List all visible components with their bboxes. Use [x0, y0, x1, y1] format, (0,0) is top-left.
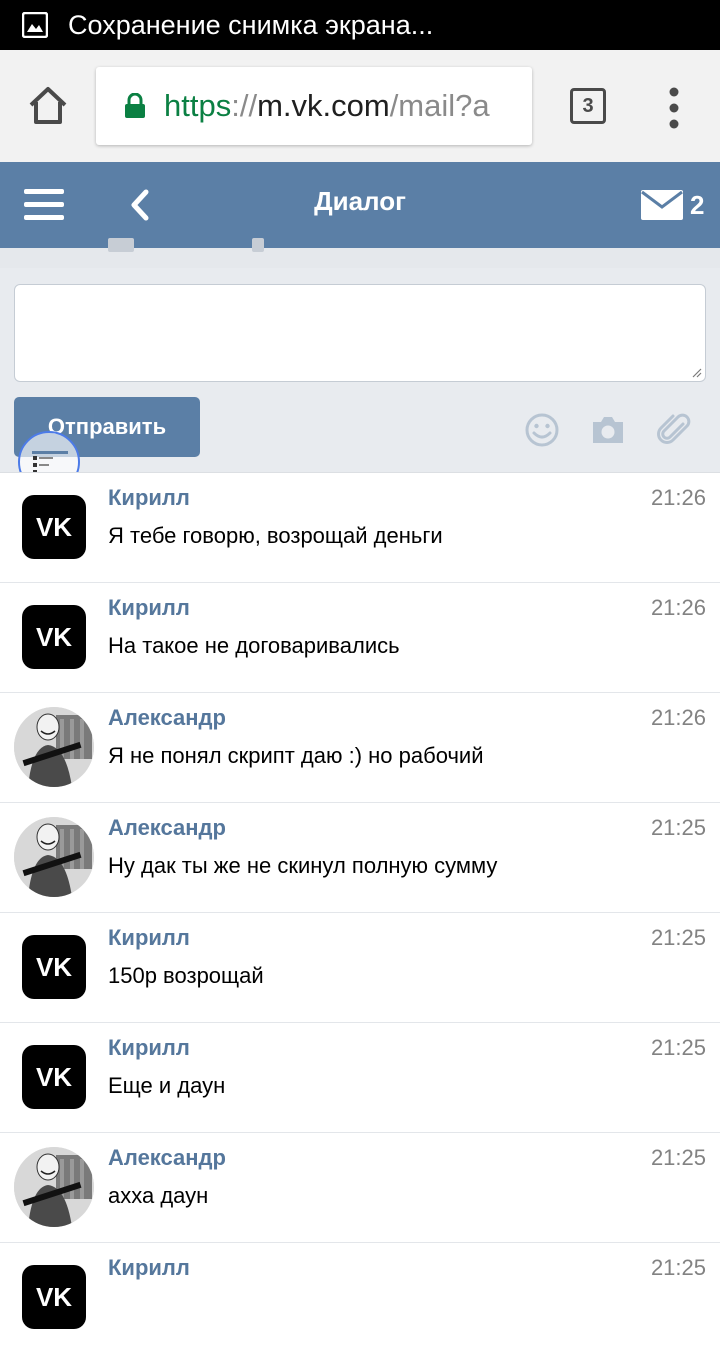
status-bar: Сохранение снимка экрана... — [0, 0, 720, 50]
envelope-icon — [641, 190, 683, 220]
vk-logo-icon[interactable]: VK — [22, 935, 86, 999]
url-host: m.vk.com — [257, 88, 390, 123]
vk-header: Диалог 2 — [0, 162, 720, 248]
message-item[interactable]: Александр 21:25 Ну дак ты же не скинул п… — [0, 802, 720, 912]
ghost-icon — [252, 238, 264, 252]
message-time: 21:26 — [650, 485, 706, 510]
message-author[interactable]: Кирилл — [108, 1255, 190, 1281]
svg-text:VK: VK — [36, 1062, 72, 1092]
message-author[interactable]: Александр — [108, 1145, 226, 1171]
user-avatar-photo[interactable] — [14, 817, 94, 897]
message-time: 21:25 — [650, 1255, 706, 1280]
vk-logo-icon[interactable]: VK — [22, 1045, 86, 1109]
tabs-count-button[interactable]: 3 — [570, 88, 606, 124]
screenshot-notification-icon — [22, 12, 48, 38]
message-list: VK Кирилл 21:26 Я тебе говорю, возрощай … — [0, 472, 720, 1352]
message-author[interactable]: Александр — [108, 705, 226, 731]
message-item[interactable]: VK Кирилл 21:25 — [0, 1242, 720, 1352]
svg-text:VK: VK — [36, 952, 72, 982]
message-text: ахха даун — [108, 1183, 209, 1208]
message-time: 21:25 — [650, 1035, 706, 1060]
compose-area: Отправить — [0, 238, 720, 493]
svg-text:VK: VK — [36, 622, 72, 652]
vk-logo-icon[interactable]: VK — [22, 605, 86, 669]
message-time: 21:26 — [650, 705, 706, 730]
message-time: 21:25 — [650, 815, 706, 840]
message-text: Еще и даун — [108, 1073, 226, 1098]
mail-count-badge: 2 — [690, 189, 705, 220]
smile-icon[interactable] — [524, 412, 560, 448]
tabs-count: 3 — [582, 94, 594, 117]
message-author[interactable]: Кирилл — [108, 925, 190, 951]
user-avatar-photo[interactable] — [14, 707, 94, 787]
message-item[interactable]: Александр 21:26 Я не понял скрипт даю :)… — [0, 692, 720, 802]
mail-button[interactable]: 2 — [640, 186, 710, 224]
previous-content-strip — [0, 238, 720, 268]
message-item[interactable]: VK Кирилл 21:25 150р возрощай — [0, 912, 720, 1022]
message-time: 21:25 — [650, 1145, 706, 1170]
message-text: Ну дак ты же не скинул полную сумму — [108, 853, 498, 878]
user-avatar-photo[interactable] — [14, 1147, 94, 1227]
vk-logo-icon[interactable]: VK — [22, 495, 86, 559]
svg-text:VK: VK — [36, 512, 72, 542]
message-author[interactable]: Кирилл — [108, 595, 190, 621]
message-item[interactable]: VK Кирилл 21:26 На такое не договаривали… — [0, 582, 720, 692]
svg-text:VK: VK — [36, 1282, 72, 1312]
more-menu-icon[interactable] — [662, 86, 686, 130]
message-author[interactable]: Александр — [108, 815, 226, 841]
home-icon[interactable] — [26, 84, 70, 128]
vk-logo-icon[interactable]: VK — [22, 1265, 86, 1329]
lock-icon — [125, 93, 145, 118]
camera-icon[interactable] — [590, 412, 626, 448]
message-author[interactable]: Кирилл — [108, 1035, 190, 1061]
browser-toolbar: https://m.vk.com/mail?a 3 — [0, 50, 720, 162]
message-text: 150р возрощай — [108, 963, 264, 988]
message-text: На такое не договаривались — [108, 633, 400, 658]
message-text: Я тебе говорю, возрощай деньги — [108, 523, 443, 548]
message-time: 21:26 — [650, 595, 706, 620]
paperclip-icon[interactable] — [656, 412, 692, 448]
url-path: /mail?a — [389, 88, 490, 123]
resize-grip-icon[interactable] — [692, 368, 702, 378]
message-item[interactable]: VK Кирилл 21:26 Я тебе говорю, возрощай … — [0, 472, 720, 582]
ghost-text — [108, 238, 134, 252]
message-input[interactable] — [14, 284, 706, 382]
url-text: https://m.vk.com/mail?a — [164, 88, 490, 124]
message-time: 21:25 — [650, 925, 706, 950]
url-separator: :// — [231, 88, 258, 123]
message-item[interactable]: VK Кирилл 21:25 Еще и даун — [0, 1022, 720, 1132]
status-notification-text: Сохранение снимка экрана... — [68, 9, 434, 40]
message-item[interactable]: Александр 21:25 ахха даун — [0, 1132, 720, 1242]
url-scheme: https — [164, 88, 232, 123]
url-bar[interactable]: https://m.vk.com/mail?a — [96, 67, 532, 145]
page-title: Диалог — [314, 186, 406, 216]
message-author[interactable]: Кирилл — [108, 485, 190, 511]
message-text: Я не понял скрипт даю :) но рабочий — [108, 743, 484, 768]
